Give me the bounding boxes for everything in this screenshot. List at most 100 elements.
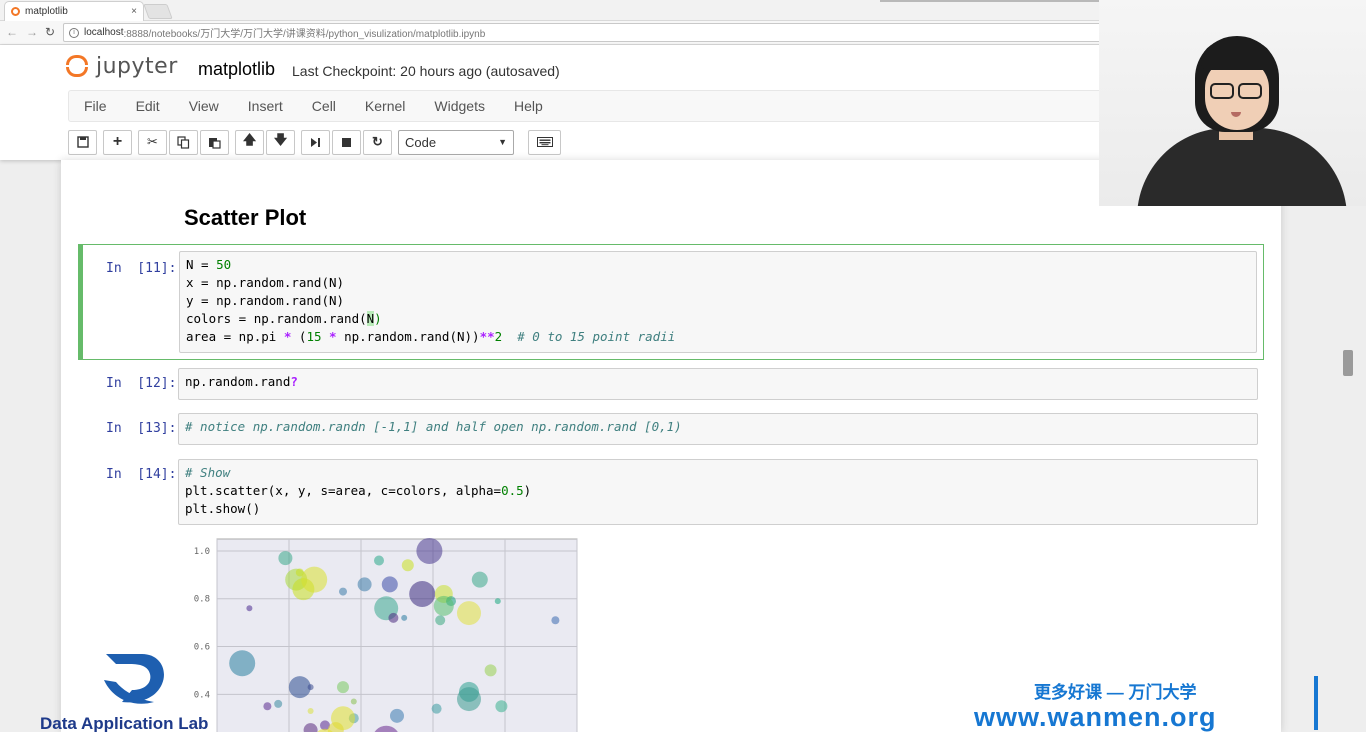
scatter-point (288, 676, 311, 699)
arrow-down-icon: 🡇 (273, 132, 288, 147)
jupyter-logo[interactable]: jupyter (66, 53, 178, 79)
menu-kernel[interactable]: Kernel (350, 98, 419, 114)
code-input[interactable]: N = 50 x = np.random.rand(N) y = np.rand… (179, 251, 1257, 353)
y-tick-label: 1.0 (194, 547, 210, 557)
menu-insert[interactable]: Insert (233, 98, 297, 114)
menu-view[interactable]: View (174, 98, 233, 114)
code-input[interactable]: np.random.rand? (178, 368, 1258, 400)
menu-edit[interactable]: Edit (121, 98, 174, 114)
plot-area (216, 538, 578, 732)
scatter-point (390, 708, 404, 723)
scatter-point (457, 601, 481, 626)
notebook-name[interactable]: matplotlib (198, 59, 275, 80)
url-host: localhost (84, 27, 124, 38)
keyboard-icon (536, 137, 553, 147)
code-cell[interactable]: In [12]: np.random.rand? (78, 366, 1264, 404)
webcam-overlay (1099, 0, 1366, 206)
scatter-point (495, 700, 508, 713)
scatter-point (263, 702, 272, 711)
new-tab-button[interactable] (143, 4, 173, 19)
menu-cell[interactable]: Cell (297, 98, 350, 114)
scatter-point (301, 566, 328, 593)
wanmen-url: www.wanmen.org (974, 702, 1217, 732)
save-button[interactable] (68, 129, 97, 155)
logo-text: jupyter (96, 53, 178, 79)
scatter-point (433, 595, 454, 616)
move-up-button[interactable]: 🡅 (235, 129, 264, 155)
code-cell-selected[interactable]: In [11]: N = 50 x = np.random.rand(N) y … (78, 244, 1264, 360)
save-icon (76, 136, 89, 148)
interrupt-button[interactable] (332, 129, 361, 155)
scatter-point (374, 555, 384, 566)
cut-button[interactable]: ✂ (138, 129, 167, 155)
scatter-point (339, 587, 347, 596)
jupyter-logo-icon (66, 53, 88, 79)
copy-icon (177, 135, 190, 149)
menu-help[interactable]: Help (499, 98, 557, 114)
cell-prompt: In [12]: (106, 376, 177, 391)
scatter-point (381, 576, 398, 593)
scatter-point (295, 568, 304, 577)
scatter-point (307, 684, 314, 691)
cell-type-select[interactable]: Code ▼ (398, 129, 514, 155)
dal-watermark: Data Application Lab (38, 648, 248, 732)
cell-prompt: In [11]: (106, 261, 177, 276)
scatter-point (471, 571, 488, 588)
scatter-point (357, 577, 372, 592)
menu-file[interactable]: File (69, 98, 121, 114)
scatter-point (246, 605, 253, 612)
dal-logo-icon (104, 654, 164, 704)
code-cell[interactable]: In [14]: # Show plt.scatter(x, y, s=area… (78, 457, 1264, 529)
cell-type-value: Code (405, 134, 437, 150)
dal-text: Data Application Lab (40, 714, 209, 732)
forward-arrow-icon[interactable]: → (26, 25, 38, 39)
insert-cell-button[interactable]: + (103, 129, 132, 155)
browser-tab[interactable]: matplotlib × (4, 1, 144, 21)
menu-bar: File Edit View Insert Cell Kernel Widget… (68, 90, 1118, 122)
stop-icon (342, 137, 351, 147)
paste-button[interactable] (200, 129, 229, 155)
back-arrow-icon[interactable]: ← (6, 25, 18, 39)
restart-button[interactable]: ↻ (363, 129, 392, 155)
scatter-point (307, 708, 314, 715)
info-icon[interactable]: i (69, 27, 79, 38)
scatter-point (350, 698, 357, 705)
scatter-point (435, 615, 446, 626)
run-button[interactable] (301, 129, 330, 155)
copy-button[interactable] (169, 129, 198, 155)
move-down-button[interactable]: 🡇 (266, 129, 295, 155)
url-input[interactable]: i localhost:8888/notebooks/万门大学/万门大学/讲课资… (63, 23, 1143, 42)
scatter-point (388, 612, 399, 623)
scatter-point (409, 580, 436, 607)
reload-icon[interactable]: ↻ (45, 25, 55, 39)
scatter-point (401, 614, 408, 621)
code-input[interactable]: # notice np.random.randn [-1,1] and half… (178, 413, 1258, 445)
glasses-icon (1210, 83, 1234, 99)
y-tick-label: 0.8 (194, 595, 210, 605)
command-palette-button[interactable] (528, 129, 561, 155)
scatter-point (457, 687, 481, 712)
cell-prompt: In [14]: (106, 467, 177, 482)
cell-prompt: In [13]: (106, 421, 177, 436)
checkpoint-status: Last Checkpoint: 20 hours ago (autosaved… (292, 63, 560, 79)
notebook-toolbar: + ✂ 🡅 🡇 ↻ Code ▼ (68, 128, 561, 156)
markdown-heading[interactable]: Scatter Plot (184, 205, 306, 231)
arrow-up-icon: 🡅 (242, 132, 257, 147)
url-path: :8888/notebooks/万门大学/万门大学/讲课资料/python_vi… (123, 29, 486, 40)
scissors-icon: ✂ (147, 134, 158, 149)
scatter-point (494, 598, 501, 605)
restart-icon: ↻ (372, 134, 383, 149)
chevron-down-icon: ▼ (498, 137, 507, 147)
scatter-point (278, 551, 293, 566)
tab-title: matplotlib (25, 6, 68, 17)
code-cell[interactable]: In [13]: # notice np.random.randn [-1,1]… (78, 411, 1264, 449)
scatter-point (484, 664, 497, 677)
scatter-point (551, 616, 560, 625)
scatter-point (337, 681, 349, 694)
scatter-point (274, 699, 283, 708)
code-input[interactable]: # Show plt.scatter(x, y, s=area, c=color… (178, 459, 1258, 525)
scrollbar-thumb[interactable] (1343, 350, 1353, 376)
tab-close-icon[interactable]: × (131, 6, 137, 17)
menu-widgets[interactable]: Widgets (419, 98, 499, 114)
wanmen-watermark: 更多好课 — 万门大学 www.wanmen.org (970, 672, 1350, 732)
